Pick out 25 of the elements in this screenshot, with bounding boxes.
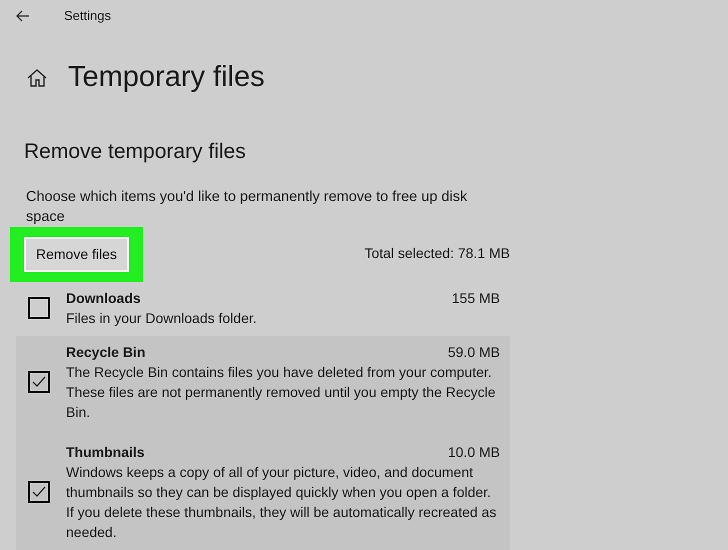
file-category-item[interactable] xyxy=(16,436,510,550)
item-size: 155 MB xyxy=(452,289,500,308)
remove-files-button[interactable]: Remove files xyxy=(24,237,129,272)
item-name: Thumbnails xyxy=(66,443,145,462)
item-size: 59.0 MB xyxy=(448,343,500,362)
total-selected-text: Total selected: 78.1 MB xyxy=(364,244,510,263)
checkmark-icon xyxy=(32,486,46,498)
window-title: Settings xyxy=(64,7,111,26)
checkmark-icon xyxy=(32,376,46,388)
item-description: The Recycle Bin contains files you have deleted from your computer. These files are not permanently removed until you empty the Recycle Bin. xyxy=(66,363,497,422)
description-text: Choose which items you'd like to permanently remove to free up disk space xyxy=(26,188,468,227)
back-arrow-icon xyxy=(16,10,30,22)
section-heading: Remove temporary files xyxy=(24,138,247,164)
item-size: 10.0 MB xyxy=(448,443,500,462)
file-category-item[interactable]: Recycle Bin 59.0 MB The Recycle Bin contains files you have deleted from your computer. These files are not permanently removed until you empty the Recycle Bin. xyxy=(16,336,510,436)
item-name: Downloads xyxy=(66,289,141,308)
item-name: Recycle Bin xyxy=(66,343,146,362)
item-description: Files in your Downloads folder. xyxy=(66,309,258,328)
item-description: Windows keeps a copy of all of your picture, video, and document thumbnails so they can be displayed quickly when you open a folder. If you delete these thumbnails, they will be automatically recreated as needed. xyxy=(66,463,498,542)
file-category-item[interactable]: Downloads 155 MB Files in your Downloads folder. xyxy=(16,282,510,336)
checkbox[interactable] xyxy=(28,371,50,393)
home-icon[interactable] xyxy=(26,66,48,89)
page-title: Temporary files xyxy=(68,60,265,95)
checkbox[interactable] xyxy=(28,481,50,503)
checkbox[interactable] xyxy=(28,297,50,319)
